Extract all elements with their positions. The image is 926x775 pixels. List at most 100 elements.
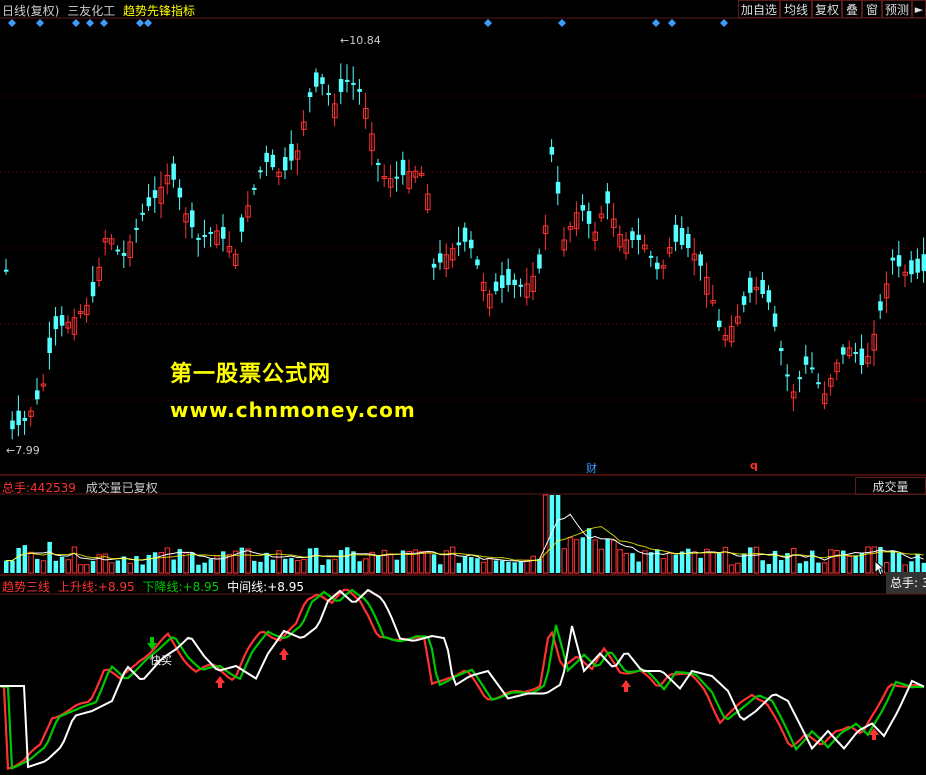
candle-body bbox=[803, 356, 809, 365]
candle-body bbox=[772, 313, 778, 327]
volume-bar bbox=[506, 562, 511, 573]
candle-body bbox=[258, 170, 263, 173]
candle-body bbox=[115, 249, 121, 252]
volume-bar bbox=[449, 546, 456, 574]
candle-body bbox=[35, 390, 40, 400]
volume-bar bbox=[127, 562, 133, 574]
q-marker[interactable]: q bbox=[750, 459, 758, 472]
candle-body bbox=[537, 254, 542, 269]
candle-body bbox=[648, 255, 654, 258]
volume-bar bbox=[338, 550, 344, 573]
candle-body bbox=[779, 348, 784, 352]
up-trend-line bbox=[0, 588, 925, 771]
candle-body bbox=[493, 281, 499, 292]
candle-body bbox=[4, 269, 9, 272]
volume-bar bbox=[252, 560, 257, 573]
volume-bar bbox=[196, 564, 201, 573]
volume-bar bbox=[537, 558, 542, 573]
volume-indicator-button[interactable]: 成交量 bbox=[855, 477, 926, 495]
trend-indicator-panel[interactable] bbox=[0, 576, 926, 775]
volume-bar bbox=[294, 560, 301, 574]
volume-bar bbox=[65, 559, 71, 574]
volume-bar bbox=[555, 495, 561, 573]
candle-body bbox=[394, 176, 400, 179]
volume-bar bbox=[586, 528, 592, 573]
candle-body bbox=[146, 197, 152, 207]
volume-bar bbox=[456, 562, 462, 573]
volume-bar bbox=[59, 556, 65, 573]
candle-body bbox=[22, 417, 28, 421]
volume-bar bbox=[567, 537, 574, 574]
candle-body bbox=[512, 279, 517, 285]
volume-bar bbox=[512, 562, 517, 573]
volume-bar bbox=[283, 558, 288, 573]
volume-bar bbox=[766, 563, 772, 573]
volume-bar bbox=[140, 564, 145, 573]
volume-bar bbox=[648, 552, 654, 573]
down-line-label: 下降线: bbox=[142, 580, 183, 594]
candle-body bbox=[283, 157, 288, 171]
volume-bar bbox=[35, 558, 40, 573]
volume-bar bbox=[598, 548, 605, 574]
candle-body bbox=[90, 281, 96, 297]
volume-bar bbox=[146, 554, 152, 573]
candle-body bbox=[469, 239, 474, 249]
volume-bar bbox=[164, 547, 171, 574]
volume-bar bbox=[686, 548, 691, 573]
candle-body bbox=[853, 351, 858, 354]
candle-body bbox=[506, 268, 511, 285]
volume-bar bbox=[722, 546, 729, 574]
candlestick-chart bbox=[0, 17, 926, 476]
candle-body bbox=[438, 253, 443, 263]
volume-bar bbox=[623, 553, 629, 574]
candle-body bbox=[549, 146, 555, 155]
volume-bar bbox=[202, 562, 207, 573]
financial-marker[interactable]: 财 bbox=[586, 460, 597, 476]
candle-body bbox=[766, 290, 772, 303]
candle-body bbox=[890, 257, 896, 261]
volume-bar bbox=[810, 550, 815, 573]
volume-subtitle: 成交量已复权 bbox=[85, 481, 158, 495]
volume-bar bbox=[605, 539, 610, 573]
high-price-label: ←10.84 bbox=[340, 34, 381, 47]
volume-bar bbox=[803, 561, 809, 573]
watermark-url: www.chnmoney.com bbox=[170, 398, 416, 422]
volume-bar bbox=[846, 556, 853, 574]
volume-bar bbox=[821, 562, 828, 574]
signal-diamond-icon bbox=[144, 19, 152, 27]
candle-body bbox=[810, 367, 815, 370]
candle-body bbox=[289, 143, 294, 161]
candle-body bbox=[47, 337, 52, 353]
candle-body bbox=[586, 211, 592, 224]
total-volume-value: 442539 bbox=[30, 481, 76, 495]
candle-body bbox=[357, 88, 362, 92]
volume-bar bbox=[314, 547, 319, 573]
quick-buy-annotation: 快买 bbox=[150, 654, 172, 667]
candle-body bbox=[320, 77, 325, 84]
candle-body bbox=[59, 315, 65, 326]
candle-body bbox=[896, 255, 902, 267]
candle-body bbox=[475, 259, 480, 266]
candle-body bbox=[53, 316, 59, 330]
volume-bar bbox=[245, 548, 251, 574]
candle-body bbox=[878, 301, 883, 311]
candle-body bbox=[140, 212, 145, 215]
volume-bar bbox=[190, 552, 195, 573]
candle-body bbox=[462, 227, 468, 242]
volume-header: 总手:442539 成交量已复权 bbox=[2, 479, 158, 496]
candle-body bbox=[239, 217, 245, 232]
volume-bar bbox=[394, 559, 400, 573]
low-price-label: ←7.99 bbox=[6, 444, 40, 457]
candle-body bbox=[307, 92, 313, 97]
volume-bar bbox=[617, 549, 623, 574]
volume-bar bbox=[710, 551, 716, 574]
candle-body bbox=[841, 347, 846, 355]
candle-body bbox=[208, 231, 214, 234]
volume-bar bbox=[320, 564, 325, 573]
volume-bar bbox=[487, 558, 493, 574]
volume-bar bbox=[289, 558, 294, 573]
price-chart[interactable] bbox=[0, 0, 926, 476]
volume-bar bbox=[84, 564, 90, 574]
candle-body bbox=[605, 191, 610, 204]
candle-body bbox=[760, 280, 765, 294]
